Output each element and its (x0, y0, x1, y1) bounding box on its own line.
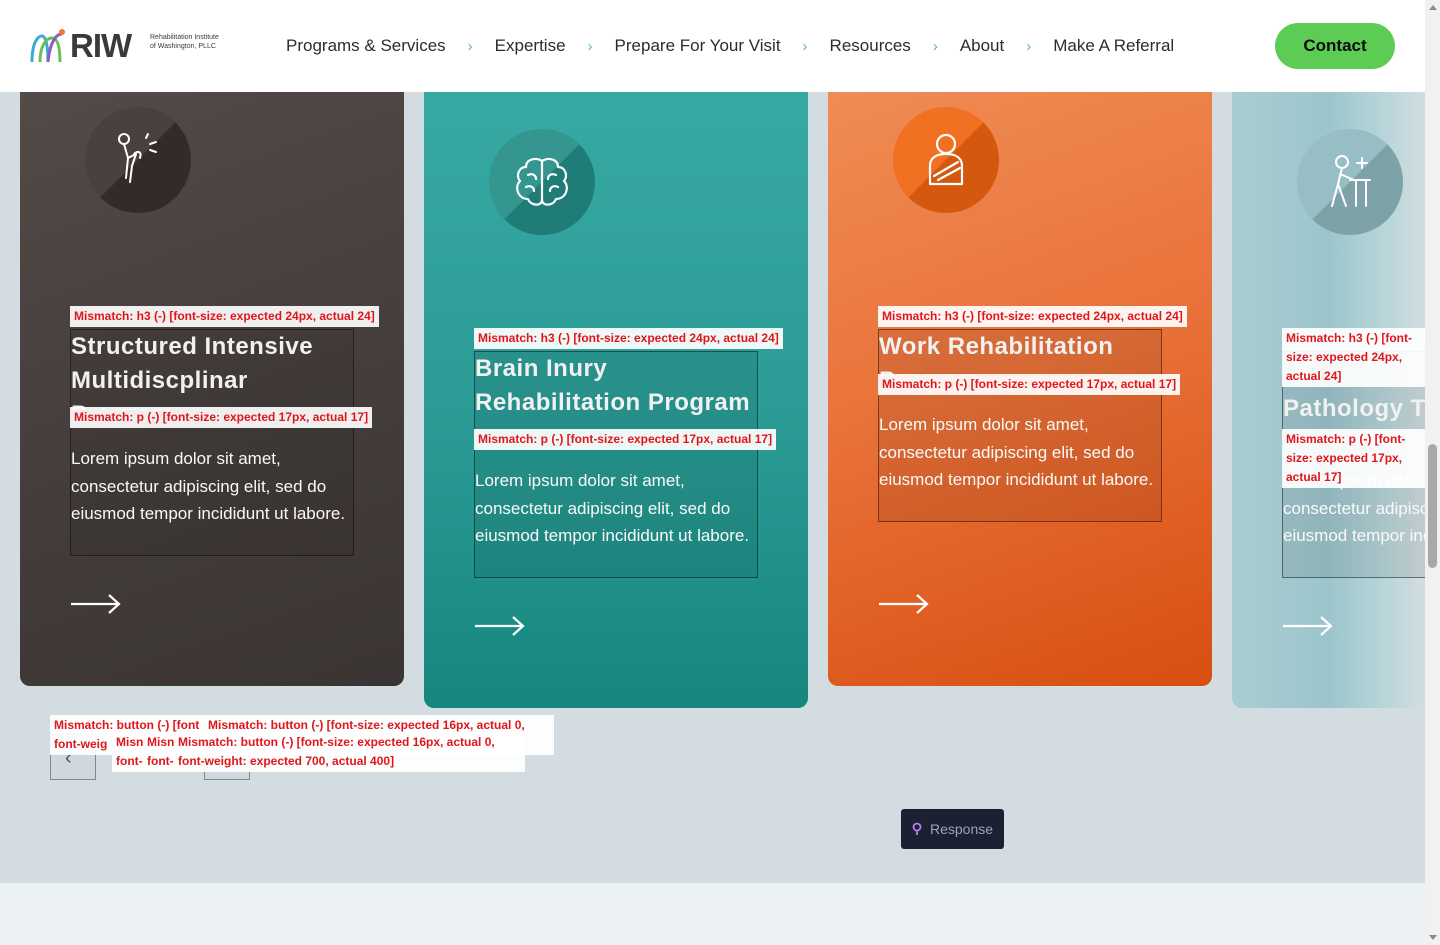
chevron-right-icon: › (1026, 37, 1032, 55)
card-title: Structured Intensive Multidiscplinar Pro… (71, 333, 314, 410)
program-card-2[interactable]: Brain Inury Rehabilitation Program Lorem… (424, 92, 808, 708)
debug-mismatch-label: font-weight: expected 700, actual 400] (178, 754, 395, 768)
nav-expertise[interactable]: Expertise › (495, 36, 615, 56)
nav-programs-services[interactable]: Programs & Services › (286, 36, 495, 56)
nav-label: Programs & Services (286, 36, 446, 55)
logo-wordmark: RIW (70, 27, 132, 64)
debug-mismatch-label: Mismatch: p (-) [font-size: expected 17p… (70, 407, 373, 428)
nav-prepare-visit[interactable]: Prepare For Your Visit › (615, 36, 830, 56)
card-text-block: Brain Inury Rehabilitation Program Lorem… (474, 351, 758, 578)
card-title: Pathology Therapy (1283, 395, 1425, 422)
chevron-right-icon: › (932, 37, 938, 55)
arrow-right-icon[interactable] (474, 616, 526, 636)
nav-label: Prepare For Your Visit (614, 36, 781, 55)
brain-icon (489, 129, 595, 235)
response-button[interactable]: Response (901, 809, 1004, 849)
chevron-right-icon: › (467, 37, 473, 55)
card-description: Lorem ipsum dolor sit amet, consectetur … (475, 471, 750, 545)
person-at-desk-icon (1297, 129, 1403, 235)
debug-mismatch-label: Mismatch: h3 (-) [font-size: expected 24… (474, 328, 783, 349)
debug-mismatch-label: Mismatch: h3 (-) [font-size: expected 24… (878, 306, 1187, 327)
main-nav: Programs & Services › Expertise › Prepare … (286, 34, 1174, 58)
site-header: RIW Rehabilitation Institute of Washingt… (0, 0, 1425, 92)
card-description: Lorem ipsum dolor sit amet, consectetur … (71, 449, 346, 523)
card-text-block: Work Rehabilitation Program Lorem ipsum … (878, 329, 1162, 522)
scroll-down-icon[interactable] (1429, 935, 1437, 940)
card-text-block: Structured Intensive Multidiscplinar Pro… (70, 329, 354, 556)
card-description: Lorem ipsum dolor sit amet, consectetur … (879, 415, 1154, 489)
logo[interactable]: RIW Rehabilitation Institute of Washingt… (28, 26, 219, 66)
knee-pain-icon (85, 107, 191, 213)
nav-label: About (959, 36, 1005, 55)
debug-mismatch-label: font- (147, 754, 174, 768)
arm-sling-person-icon (893, 107, 999, 213)
nav-label: Expertise (494, 36, 566, 55)
scrollbar-thumb[interactable] (1428, 444, 1437, 568)
debug-mismatch-label: font- (116, 754, 143, 768)
debug-mismatch-label: Mismatch: p (-) [font-size: expected 17p… (474, 429, 777, 450)
nav-make-referral[interactable]: Make A Referral (1053, 36, 1174, 56)
footer-band (0, 883, 1425, 945)
debug-mismatch-label: Mismatch: p (-) [font-size: expected 17p… (878, 374, 1181, 395)
logo-mark-icon (30, 29, 65, 63)
arrow-right-icon[interactable] (878, 594, 930, 614)
debug-mismatch-label: Mismatch: p (-) [font-size: expected 17p… (1282, 429, 1425, 488)
chevron-right-icon: › (587, 37, 593, 55)
pin-icon (912, 822, 922, 835)
arrow-right-icon[interactable] (1282, 616, 1334, 636)
nav-about[interactable]: About › (960, 36, 1053, 56)
logo-subtitle: Rehabilitation Institute of Washington, … (150, 34, 219, 50)
scroll-up-icon[interactable] (1429, 5, 1437, 10)
program-card-4[interactable]: Pathology Therapy Lorem ipsum dolor sit … (1232, 92, 1425, 708)
page-canvas: Structured Intensive Multidiscplinar Pro… (0, 0, 1425, 883)
arrow-right-icon[interactable] (70, 594, 122, 614)
debug-mismatch-label: Mismatch: button (-) [font-size: expecte… (178, 735, 495, 749)
card-title: Brain Inury Rehabilitation Program (475, 355, 751, 416)
nav-label: Make A Referral (1053, 36, 1175, 55)
program-card-1[interactable]: Structured Intensive Multidiscplinar Pro… (20, 92, 404, 686)
debug-mismatch-label: Mismatch: h3 (-) [font-size: expected 24… (1282, 328, 1425, 387)
response-label: Response (929, 821, 994, 837)
chevron-right-icon: › (802, 37, 808, 55)
contact-button[interactable]: Contact (1275, 23, 1395, 69)
nav-label: Resources (829, 36, 911, 55)
debug-mismatch-label: font-weig (54, 737, 108, 751)
nav-resources[interactable]: Resources › (830, 36, 960, 56)
debug-mismatch-label: Mismatch: h3 (-) [font-size: expected 24… (70, 306, 379, 327)
page-scrollbar[interactable] (1425, 0, 1440, 945)
card-title: Work Rehabilitation Program (879, 333, 1114, 376)
